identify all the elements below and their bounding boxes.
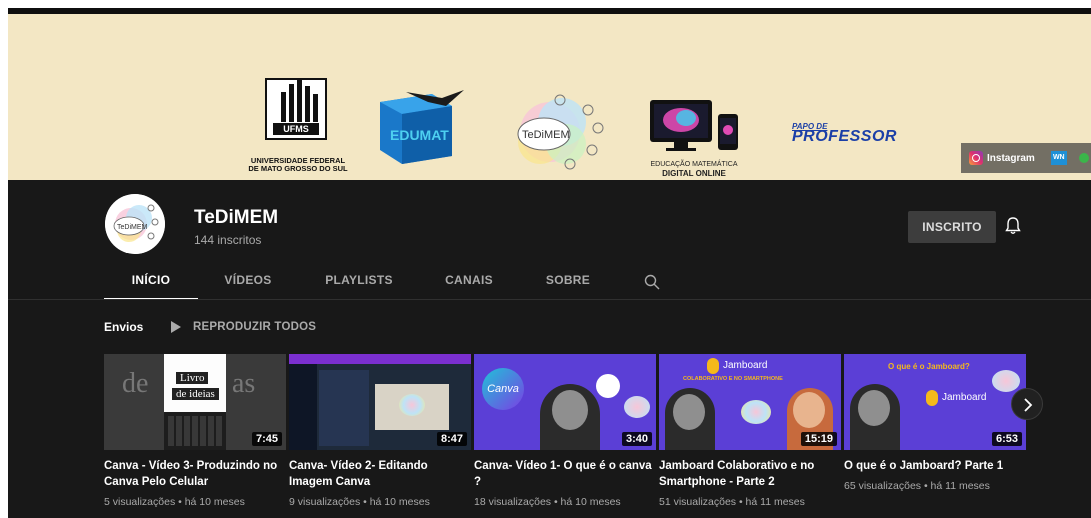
avatar-logo-icon: TeDiMEM xyxy=(105,194,165,254)
video-duration: 15:19 xyxy=(800,432,837,446)
next-arrow-button[interactable] xyxy=(1011,388,1043,420)
youtube-channel-page: UFMS UNIVERSIDADE FEDERAL DE MATO GROSSO… xyxy=(8,8,1091,518)
tedimem-logo: TeDiMEM xyxy=(517,94,604,170)
video-title[interactable]: Canva - Vídeo 3- Produzindo no Canva Pel… xyxy=(104,458,282,490)
video-card[interactable]: Canva 3:40 Canva- Vídeo 1- O que é o can… xyxy=(474,354,656,508)
video-meta: 18 visualizações • há 10 meses xyxy=(474,496,621,508)
instagram-link[interactable]: Instagram xyxy=(987,153,1035,164)
svg-text:TeDiMEM: TeDiMEM xyxy=(522,129,570,141)
channel-tabs: INÍCIO VÍDEOS PLAYLISTS CANAIS SOBRE xyxy=(104,266,618,300)
video-card[interactable]: 8:47 Canva- Vídeo 2- Editando Imagem Can… xyxy=(289,354,471,508)
video-thumbnail[interactable]: Canva 3:40 xyxy=(474,354,656,450)
video-thumbnail[interactable]: 8:47 xyxy=(289,354,471,450)
video-meta: 65 visualizações • há 11 meses xyxy=(844,480,990,492)
ufms-name: UNIVERSIDADE FEDERAL DE MATO GROSSO DO S… xyxy=(248,156,348,173)
video-card[interactable]: de as Livro de ideias 7:45 Canva - Vídeo… xyxy=(104,354,286,508)
channel-avatar[interactable]: TeDiMEM xyxy=(105,194,165,254)
video-meta: 51 visualizações • há 11 meses xyxy=(659,496,805,508)
video-duration: 6:53 xyxy=(991,432,1022,446)
svg-text:EDUMAT: EDUMAT xyxy=(390,127,449,143)
tab-canais[interactable]: CANAIS xyxy=(420,266,518,300)
papo-de-professor-logo: PAPO DE PROFESSOR xyxy=(792,122,897,145)
tabs-divider xyxy=(8,299,1091,300)
video-duration: 3:40 xyxy=(621,432,652,446)
edumat-logo: EDUMAT xyxy=(380,90,464,164)
play-icon[interactable] xyxy=(171,321,181,333)
search-icon[interactable] xyxy=(644,274,660,290)
video-title[interactable]: Jamboard Colaborativo e no Smartphone - … xyxy=(659,458,837,490)
tab-playlists[interactable]: PLAYLISTS xyxy=(298,266,420,300)
tab-videos[interactable]: VÍDEOS xyxy=(198,266,298,300)
ufms-logo: UFMS xyxy=(265,78,327,140)
video-meta: 5 visualizações • há 10 meses xyxy=(104,496,245,508)
video-thumbnail[interactable]: Jamboard COLABORATIVO E NO SMARTPHONE 15… xyxy=(659,354,841,450)
video-duration: 7:45 xyxy=(251,432,282,446)
bell-icon[interactable] xyxy=(1005,217,1021,235)
chevron-right-icon xyxy=(1024,398,1033,412)
tab-inicio[interactable]: INÍCIO xyxy=(104,266,198,300)
video-title[interactable]: Canva- Vídeo 1- O que é o canva ? xyxy=(474,458,652,490)
play-all-button[interactable]: REPRODUZIR TODOS xyxy=(193,321,316,333)
channel-banner: UFMS UNIVERSIDADE FEDERAL DE MATO GROSSO… xyxy=(8,14,1091,180)
subscribed-button[interactable]: INSCRITO xyxy=(908,211,996,243)
video-thumbnail[interactable]: de as Livro de ideias 7:45 xyxy=(104,354,286,450)
tab-sobre[interactable]: SOBRE xyxy=(518,266,618,300)
instagram-icon[interactable] xyxy=(969,151,983,165)
video-thumbnail[interactable]: O que é o Jamboard? Jamboard 6:53 xyxy=(844,354,1026,450)
video-title[interactable]: Canva- Vídeo 2- Editando Imagem Canva xyxy=(289,458,467,490)
green-link-icon[interactable] xyxy=(1078,153,1089,163)
svg-text:TeDiMEM: TeDiMEM xyxy=(117,224,148,231)
channel-name: TeDiMEM xyxy=(194,207,279,228)
section-title: Envios xyxy=(104,320,144,334)
video-meta: 9 visualizações • há 10 meses xyxy=(289,496,430,508)
subscriber-count: 144 inscritos xyxy=(194,233,262,247)
video-duration: 8:47 xyxy=(436,432,467,446)
video-card[interactable]: O que é o Jamboard? Jamboard 6:53 O que … xyxy=(844,354,1026,492)
edm-text: EDUCAÇÃO MATEMÁTICA DIGITAL ONLINE xyxy=(650,161,738,178)
social-links: Instagram WN xyxy=(961,143,1091,173)
wn-icon[interactable]: WN xyxy=(1050,151,1067,165)
video-title[interactable]: O que é o Jamboard? Parte 1 xyxy=(844,458,1022,474)
video-card[interactable]: Jamboard COLABORATIVO E NO SMARTPHONE 15… xyxy=(659,354,841,508)
